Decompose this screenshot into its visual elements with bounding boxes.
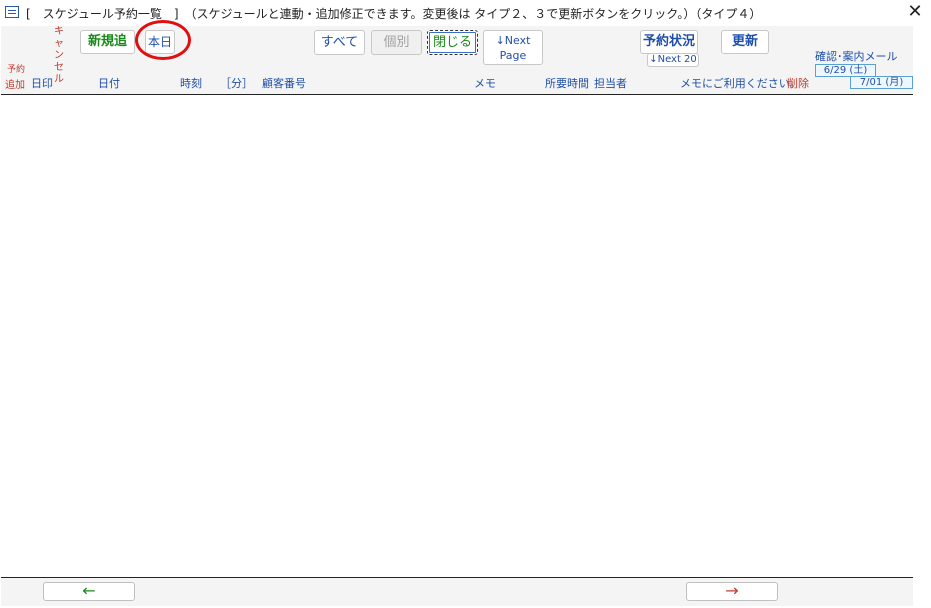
refresh-button[interactable]: 更新 [721,30,769,54]
next-button[interactable]: → [686,582,778,601]
col-memo: メモ [474,77,496,90]
col-memo-use: メモにご利用ください。 [680,77,801,90]
next-page-label-1: ↓Next [495,34,531,47]
mail-label: 確認･案内メール [815,50,898,63]
col-staff: 担当者 [594,77,627,90]
window-title: [ スケジュール予約一覧 ] （スケジュールと連動・追加修正できます。変更後は … [26,7,762,21]
close-window-button[interactable]: ✕ [905,2,925,22]
next20-button[interactable]: ↓Next 20 [647,53,699,67]
col-yoyaku-line1: 予約 [7,65,26,75]
new-entry-button[interactable]: 新規追加 [80,30,135,54]
detail-list [1,94,913,578]
next-page-button[interactable]: ↓Next Page [483,30,543,65]
right-edge [913,26,931,606]
show-all-button[interactable]: すべて [314,30,365,55]
close-form-button[interactable]: 閉じる [427,30,478,55]
next-page-label-2: Page [499,49,527,62]
col-delete: 削除 [787,77,809,90]
prev-button[interactable]: ← [43,582,135,601]
col-date: 日付 [98,77,120,90]
col-customer-no: 顧客番号 [262,77,306,90]
individual-button[interactable]: 個別 [371,30,422,55]
form-icon [5,6,19,18]
today-button[interactable]: 本日 [145,30,175,54]
reservation-status-button[interactable]: 予約状況 [640,30,698,54]
mail-date-2[interactable]: 7/01 (月) [850,76,913,89]
col-inkan: 日印 [31,77,53,90]
col-cancel: キャンセル [54,26,64,85]
col-yoyaku-line2: 追加 [5,80,25,91]
title-bar: [ スケジュール予約一覧 ] （スケジュールと連動・追加修正できます。変更後は … [0,0,931,26]
col-minutes: ［分］ [220,77,253,90]
col-time: 時刻 [180,77,202,90]
col-duration: 所要時間 [545,77,589,90]
